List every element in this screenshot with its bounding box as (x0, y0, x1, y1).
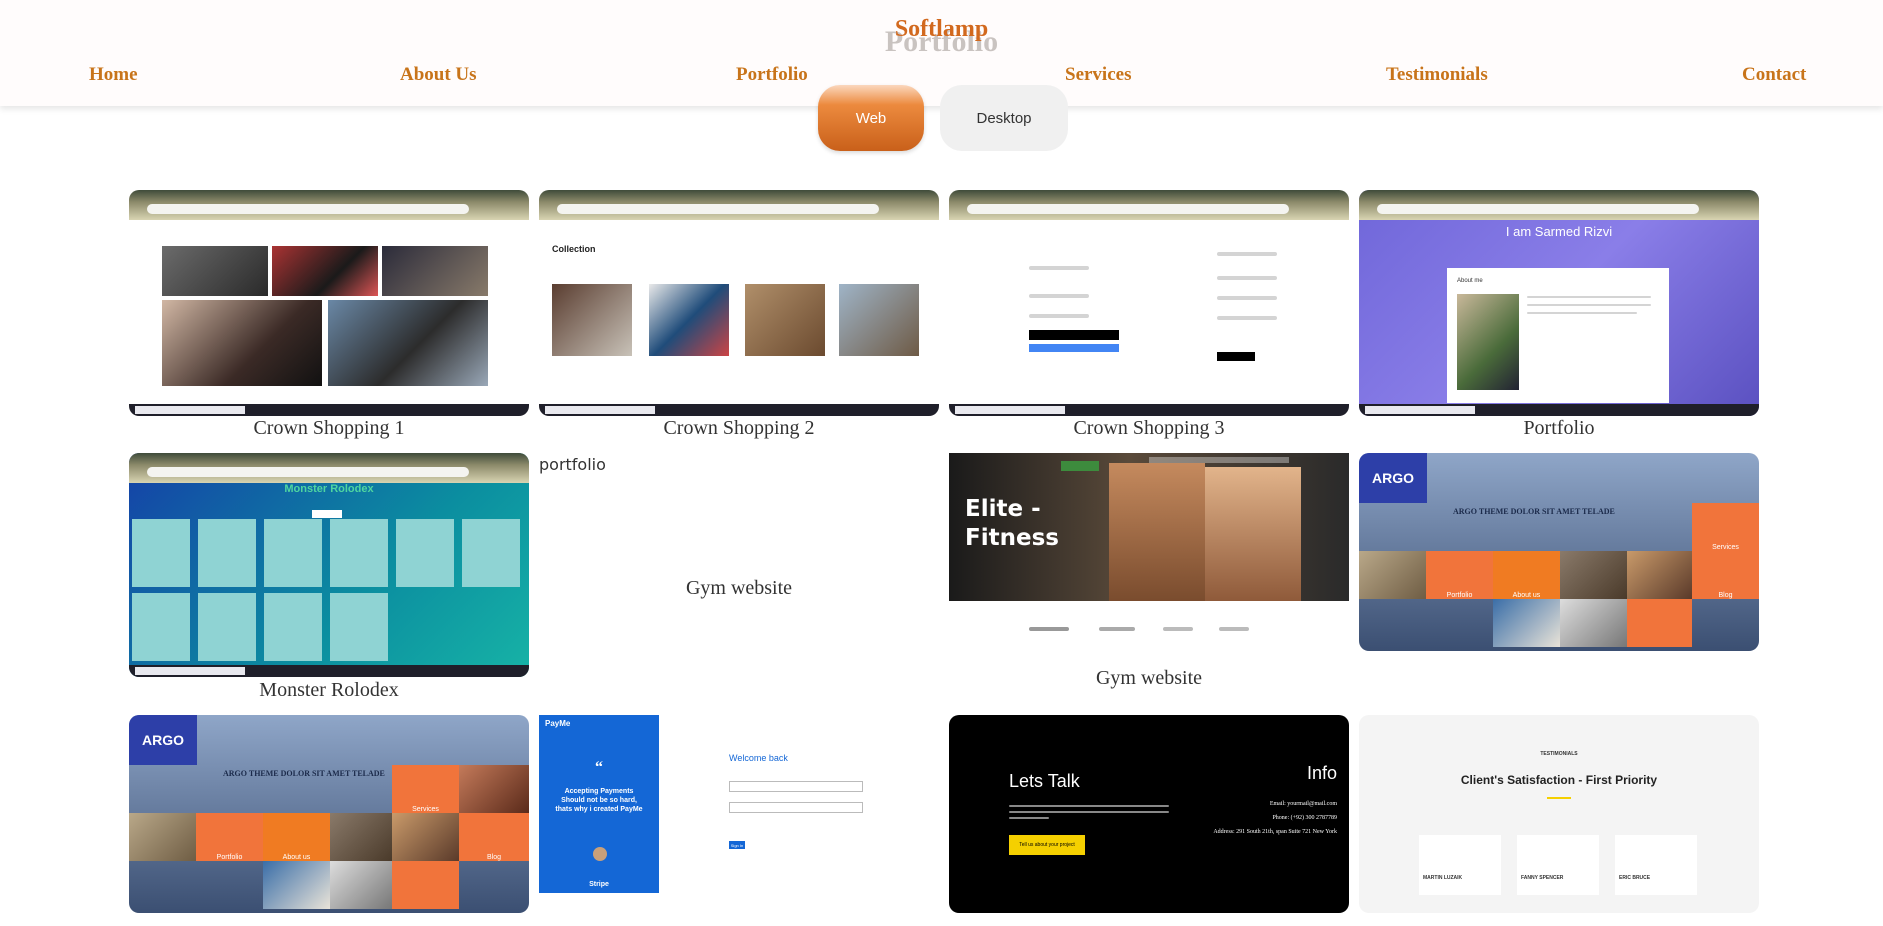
cta-button: Tell us about your project (1009, 835, 1085, 855)
tile-label: Services (412, 806, 439, 813)
gym-hero-line1: Elite - (965, 496, 1041, 522)
sign-in-button: Sign In (729, 841, 745, 849)
payme-stripe: Stripe (589, 881, 609, 888)
card-gym-website[interactable]: Elite - Fitness (949, 453, 1349, 663)
argo-logo: ARGO (1359, 453, 1427, 503)
card-broken-image[interactable]: portfolio (539, 453, 939, 679)
argo-headline: ARGO THEME DOLOR SIT AMET TELADE (223, 769, 385, 778)
card-argo-theme-2[interactable]: ARGO ARGO THEME DOLOR SIT AMET TELADE Se… (129, 715, 529, 913)
card-crown-shopping-1[interactable] (129, 190, 529, 416)
tile-label: Services (1712, 544, 1739, 551)
shot-title: Monster Rolodex (284, 483, 374, 495)
shot-hero-title: I am Sarmed Rizvi (1505, 224, 1613, 239)
browser-chrome (1359, 190, 1759, 220)
testimonials-label: TESTIMONIALS (1540, 751, 1578, 757)
payme-welcome: Welcome back (729, 753, 788, 763)
card-caption: Portfolio (1523, 417, 1595, 439)
card-caption: Gym website (685, 577, 793, 599)
tile-label: Portfolio (216, 854, 243, 861)
testimonials-title: Client's Satisfaction - First Priority (1460, 773, 1658, 787)
browser-chrome (129, 453, 529, 483)
card-caption: Monster Rolodex (259, 679, 399, 701)
card-portfolio[interactable]: I am Sarmed Rizvi About me (1359, 190, 1759, 416)
tile-label: About us (282, 854, 311, 861)
nav-home[interactable]: Home (89, 64, 138, 86)
card-caption: Crown Shopping 3 (1073, 417, 1225, 439)
brand-logo[interactable]: Softlamp (0, 16, 1883, 43)
card-monster-rolodex[interactable]: Monster Rolodex (129, 453, 529, 677)
tile-label: Portfolio (1446, 592, 1473, 599)
nav-portfolio[interactable]: Portfolio (736, 64, 808, 86)
argo-logo: ARGO (129, 715, 197, 765)
info-email: Email: yourmail@mail.com (1269, 801, 1337, 807)
info-address: Address: 291 South 21th, span Suite 721 … (1213, 829, 1337, 835)
filter-desktop-button[interactable]: Desktop (940, 85, 1068, 151)
letstalk-title: Lets Talk (1009, 771, 1080, 791)
nav-services[interactable]: Services (1065, 64, 1131, 86)
browser-chrome (129, 190, 529, 220)
card-caption: Crown Shopping 1 (253, 417, 405, 439)
nav-testimonials[interactable]: Testimonials (1386, 64, 1488, 86)
shot-about-label: About me (1457, 278, 1483, 284)
card-caption: Gym website (1095, 667, 1203, 689)
image-alt-text: portfolio (539, 455, 606, 474)
tile-label: Blog (1718, 592, 1733, 599)
testimonial-name: MARTIN LUZAIK (1423, 875, 1463, 881)
card-testimonials[interactable]: TESTIMONIALS Client's Satisfaction - Fir… (1359, 715, 1759, 913)
info-phone: Phone: (+92) 300 2787789 (1272, 815, 1337, 821)
browser-chrome (539, 190, 939, 220)
payme-logo: PayMe (545, 719, 571, 728)
tile-label: Blog (486, 854, 501, 861)
card-lets-talk[interactable]: Lets Talk Tell us about your project Inf… (949, 715, 1349, 913)
card-crown-shopping-3[interactable] (949, 190, 1349, 416)
card-caption: Crown Shopping 2 (663, 417, 815, 439)
testimonial-name: ERIC BRUCE (1619, 875, 1651, 881)
card-payme[interactable]: PayMe “ Accepting Payments Should not be… (539, 715, 939, 913)
nav-about-us[interactable]: About Us (400, 64, 477, 86)
nav-contact[interactable]: Contact (1742, 64, 1806, 86)
gym-hero-line2: Fitness (965, 525, 1059, 551)
card-crown-shopping-2[interactable]: Collection (539, 190, 939, 416)
argo-headline: ARGO THEME DOLOR SIT AMET TELADE (1453, 507, 1615, 516)
payme-quote: Accepting Payments Should not be so hard… (555, 788, 643, 813)
tile-label: About us (1512, 592, 1541, 599)
quote-icon: “ (595, 759, 603, 776)
testimonial-name: FANNY SPENCER (1521, 875, 1564, 881)
browser-chrome (949, 190, 1349, 220)
filter-web-button[interactable]: Web (818, 85, 924, 151)
avatar (593, 847, 607, 861)
navbar: Portfolio Softlamp Home About Us Portfol… (0, 0, 1883, 106)
shot-heading: Collection (552, 244, 596, 254)
card-argo-theme[interactable]: ARGO ARGO THEME DOLOR SIT AMET TELADE Se… (1359, 453, 1759, 651)
info-title: Info (1306, 763, 1337, 783)
